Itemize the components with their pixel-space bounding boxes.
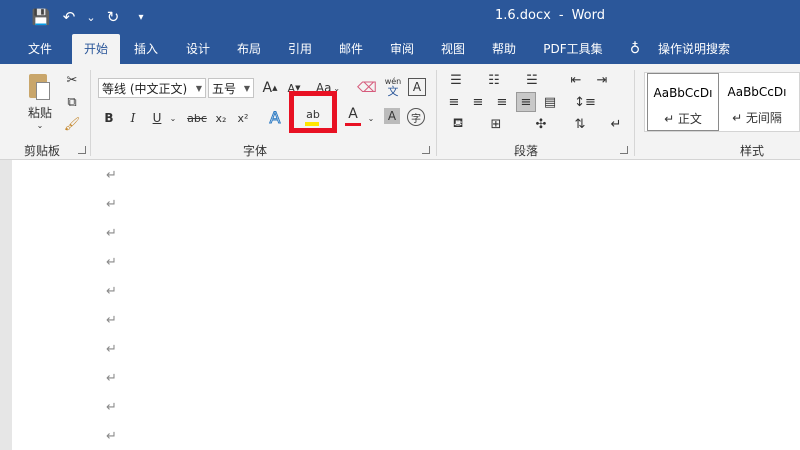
styles-gallery: AaBbCcDı ↵ 正文 AaBbCcDı ↵ 无间隔 bbox=[644, 72, 800, 132]
font-size-combo[interactable]: 五号 ▼ bbox=[208, 78, 254, 98]
character-shading-icon[interactable]: A bbox=[384, 108, 400, 124]
enclose-characters-icon[interactable]: 字 bbox=[407, 108, 425, 126]
style-sample: AaBbCcDı bbox=[727, 85, 787, 99]
text-effects-icon[interactable]: A bbox=[264, 106, 286, 128]
title-separator: - bbox=[558, 8, 564, 23]
tab-design[interactable]: 设计 bbox=[178, 34, 218, 64]
chinese-layout-icon[interactable]: ✣ bbox=[528, 114, 554, 134]
align-center-icon[interactable]: ≡ bbox=[468, 92, 488, 112]
align-left-icon[interactable]: ≡ bbox=[444, 92, 464, 112]
sort-icon[interactable]: ⇅ bbox=[570, 114, 590, 134]
tab-references[interactable]: 引用 bbox=[280, 34, 320, 64]
group-divider bbox=[634, 70, 635, 156]
grow-font-icon[interactable]: A ▲ bbox=[260, 78, 280, 98]
font-name-combo[interactable]: 等线 (中文正文) ▼ bbox=[98, 78, 206, 98]
font-size-value: 五号 bbox=[212, 81, 237, 96]
paragraph-mark: ↵ bbox=[106, 371, 117, 386]
justify-icon[interactable]: ≡ bbox=[516, 92, 536, 112]
tab-insert[interactable]: 插入 bbox=[126, 34, 166, 64]
borders-icon[interactable]: ⊞ bbox=[482, 114, 510, 134]
clipboard-group-label: 剪贴板 bbox=[23, 144, 60, 158]
italic-button[interactable]: I bbox=[124, 108, 142, 128]
title-bar: 💾 ↶ ⌄ ↻ ▾ 1.6.docx - Word bbox=[0, 0, 800, 34]
underline-dropdown-icon[interactable]: ⌄ bbox=[168, 108, 178, 128]
phonetic-char: 文 bbox=[387, 85, 399, 98]
clear-formatting-icon[interactable]: ⌫ bbox=[356, 78, 378, 98]
underline-button[interactable]: U bbox=[148, 108, 166, 128]
document-page[interactable]: ↵ ↵ ↵ ↵ ↵ ↵ ↵ ↵ ↵ ↵ bbox=[12, 160, 800, 450]
tab-layout[interactable]: 布局 bbox=[229, 34, 269, 64]
font-color-dropdown-icon[interactable]: ⌄ bbox=[366, 108, 376, 128]
copy-icon[interactable]: ⧉ bbox=[62, 92, 82, 112]
tab-view[interactable]: 视图 bbox=[433, 34, 473, 64]
paragraph-mark: ↵ bbox=[106, 168, 117, 183]
app-name: Word bbox=[571, 8, 605, 23]
show-marks-icon[interactable]: ↵ bbox=[606, 114, 626, 134]
paragraph-mark: ↵ bbox=[106, 429, 117, 444]
paragraph-mark: ↵ bbox=[106, 226, 117, 241]
document-name: 1.6.docx bbox=[495, 8, 551, 23]
distributed-icon[interactable]: ▤ bbox=[540, 92, 560, 112]
format-painter-icon[interactable]: 🖌 bbox=[62, 114, 82, 134]
style-name: ↵ 正文 bbox=[664, 112, 702, 126]
lightbulb-icon: ♁ bbox=[629, 41, 641, 57]
ribbon: 粘贴 ⌄ ✂ ⧉ 🖌 剪贴板 等线 (中文正文) ▼ 五号 ▼ A ▲ A ▼ Aa… bbox=[0, 64, 800, 160]
increase-indent-icon[interactable]: ⇥ bbox=[592, 70, 612, 90]
bold-button[interactable]: B bbox=[100, 108, 118, 128]
font-color-swatch bbox=[345, 123, 361, 126]
tab-home[interactable]: 开始 bbox=[72, 34, 120, 64]
paragraph-mark: ↵ bbox=[106, 255, 117, 270]
cut-icon[interactable]: ✂ bbox=[62, 70, 82, 90]
paragraph-mark: ↵ bbox=[106, 342, 117, 357]
multilevel-list-icon[interactable]: ☱ bbox=[520, 70, 544, 90]
bullets-icon[interactable]: ☰ bbox=[444, 70, 468, 90]
superscript-button[interactable]: x² bbox=[234, 108, 252, 128]
character-border-glyph: A bbox=[412, 80, 422, 94]
font-launcher-icon[interactable] bbox=[422, 146, 430, 154]
paste-icon[interactable] bbox=[26, 72, 52, 102]
paragraph-group-label: 段落 bbox=[513, 144, 538, 158]
paragraph-launcher-icon[interactable] bbox=[620, 146, 628, 154]
phonetic-guide-icon[interactable]: wén 文 bbox=[382, 76, 404, 98]
chevron-down-icon: ▼ bbox=[243, 84, 250, 93]
line-spacing-icon[interactable]: ↕≡ bbox=[570, 92, 600, 112]
paste-button-label[interactable]: 粘贴 bbox=[24, 104, 56, 120]
styles-group-label: 样式 bbox=[739, 144, 764, 158]
document-area: ↵ ↵ ↵ ↵ ↵ ↵ ↵ ↵ ↵ ↵ bbox=[0, 160, 800, 450]
decrease-indent-icon[interactable]: ⇤ bbox=[566, 70, 586, 90]
ribbon-tabs: 文件 开始 插入 设计 布局 引用 邮件 审阅 视图 帮助 PDF工具集 ♁ 操… bbox=[0, 34, 800, 64]
tab-help[interactable]: 帮助 bbox=[484, 34, 524, 64]
tab-file[interactable]: 文件 bbox=[20, 34, 60, 64]
tell-me-search[interactable]: 操作说明搜索 bbox=[652, 34, 736, 64]
style-sample: AaBbCcDı bbox=[653, 86, 713, 100]
paragraph-mark: ↵ bbox=[106, 284, 117, 299]
align-right-icon[interactable]: ≡ bbox=[492, 92, 512, 112]
strikethrough-button[interactable]: abc bbox=[184, 108, 210, 128]
sheet-shape bbox=[36, 82, 50, 100]
subscript-button[interactable]: x₂ bbox=[212, 108, 230, 128]
window-title: 1.6.docx - Word bbox=[0, 8, 800, 23]
paste-dropdown-icon[interactable]: ⌄ bbox=[34, 120, 46, 130]
style-name: ↵ 无间隔 bbox=[732, 111, 782, 125]
font-name-value: 等线 (中文正文) bbox=[102, 81, 188, 96]
numbering-icon[interactable]: ☷ bbox=[482, 70, 506, 90]
grow-font-glyph: A bbox=[262, 80, 273, 96]
chevron-down-icon: ▼ bbox=[195, 84, 202, 93]
style-normal[interactable]: AaBbCcDı ↵ 正文 bbox=[647, 73, 719, 131]
font-group-label: 字体 bbox=[242, 144, 267, 158]
tab-mailings[interactable]: 邮件 bbox=[331, 34, 371, 64]
tab-pdf-tools[interactable]: PDF工具集 bbox=[536, 34, 610, 64]
style-no-spacing[interactable]: AaBbCcDı ↵ 无间隔 bbox=[721, 73, 793, 131]
paragraph-mark: ↵ bbox=[106, 197, 117, 212]
tab-review[interactable]: 审阅 bbox=[382, 34, 422, 64]
highlight-callout-box bbox=[289, 91, 337, 133]
shading-icon[interactable]: ⛾ bbox=[444, 114, 472, 134]
clipboard-launcher-icon[interactable] bbox=[78, 146, 86, 154]
paragraph-mark: ↵ bbox=[106, 400, 117, 415]
paragraph-mark: ↵ bbox=[106, 313, 117, 328]
character-border-icon[interactable]: A bbox=[408, 78, 426, 96]
font-color-icon[interactable]: A bbox=[344, 104, 362, 124]
group-divider bbox=[90, 70, 91, 156]
group-divider bbox=[436, 70, 437, 156]
